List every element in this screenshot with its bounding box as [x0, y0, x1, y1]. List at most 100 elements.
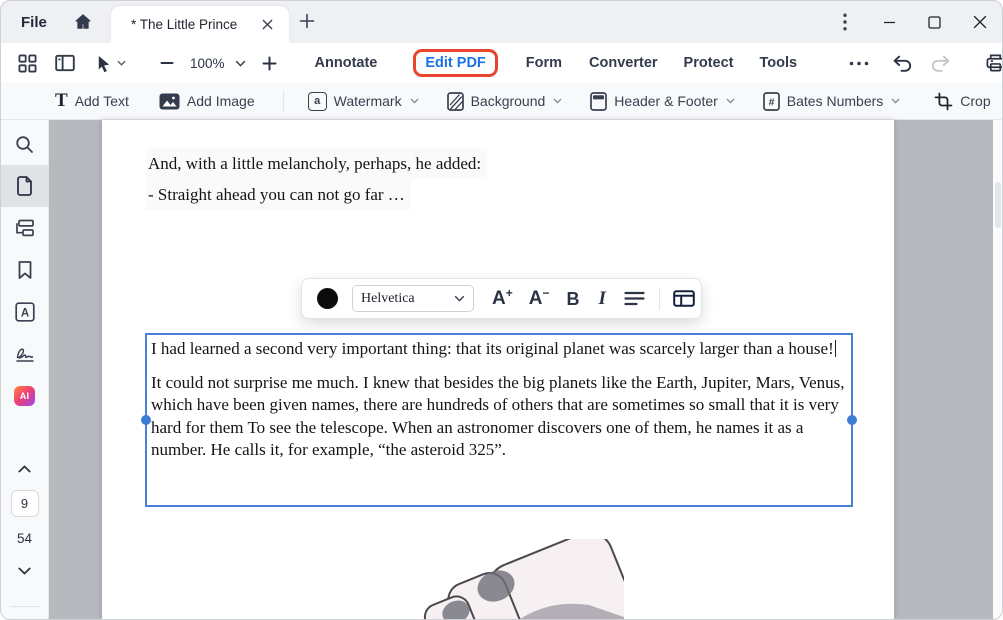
text-cursor — [835, 340, 837, 357]
tab-edit-pdf[interactable]: Edit PDF — [425, 55, 485, 71]
crop-button[interactable]: Crop — [934, 92, 990, 111]
zoom-in-button[interactable] — [262, 56, 277, 71]
edit-pdf-annotation-highlight: Edit PDF — [413, 49, 497, 77]
zoom-out-button[interactable] — [160, 56, 174, 70]
minimize-icon — [883, 16, 896, 29]
workspace: A AI + 54 — [1, 120, 1002, 619]
divider — [10, 606, 40, 607]
print-button[interactable] — [985, 53, 1003, 73]
more-tools-button[interactable] — [849, 61, 869, 66]
tab-form[interactable]: Form — [526, 55, 562, 71]
chevron-up-icon — [18, 465, 31, 473]
tab-converter[interactable]: Converter — [589, 55, 658, 71]
sidebar-item-page-thumbnails[interactable] — [1, 165, 49, 207]
italic-button[interactable]: I — [599, 288, 606, 310]
divider — [659, 288, 660, 310]
previous-page-button[interactable] — [1, 448, 49, 490]
select-tool-button[interactable] — [95, 54, 126, 73]
maximize-button[interactable] — [912, 1, 957, 43]
tab-title: * The Little Prince — [131, 17, 258, 32]
ellipsis-icon — [849, 61, 869, 66]
window-controls — [822, 1, 1002, 43]
cursor-icon — [95, 54, 112, 73]
tab-annotate[interactable]: Annotate — [315, 55, 378, 71]
resize-handle-left[interactable] — [141, 415, 151, 425]
add-text-button[interactable]: T Add Text — [55, 90, 129, 112]
layout-panel-icon — [673, 290, 695, 307]
background-button[interactable]: Background — [447, 92, 563, 111]
tab-tools[interactable]: Tools — [760, 55, 798, 71]
close-window-button[interactable] — [957, 1, 1002, 43]
divider — [283, 90, 284, 112]
outline-tree-icon — [15, 219, 35, 237]
header-footer-button[interactable]: Header & Footer — [590, 92, 735, 111]
tab-close-button[interactable] — [258, 15, 277, 34]
resize-handle-right[interactable] — [847, 415, 857, 425]
close-icon — [261, 18, 274, 31]
font-color-picker[interactable] — [317, 288, 338, 309]
sidebar-item-signature[interactable] — [1, 333, 49, 375]
redo-icon — [930, 55, 951, 72]
chevron-down-icon — [117, 60, 126, 66]
chevron-down-icon — [454, 295, 465, 302]
new-tab-button[interactable] — [298, 12, 316, 30]
sidebar-item-bookmarks[interactable] — [1, 249, 49, 291]
home-button[interactable] — [73, 12, 93, 32]
redo-button[interactable] — [930, 55, 951, 72]
ai-icon: AI + — [14, 386, 35, 406]
add-image-button[interactable]: Add Image — [159, 93, 255, 110]
close-icon — [973, 15, 987, 29]
watermark-button[interactable]: a Watermark — [308, 92, 419, 111]
chevron-down-icon — [18, 567, 31, 575]
sidebar-item-outline[interactable] — [1, 207, 49, 249]
plus-icon — [262, 56, 277, 71]
page-text-block[interactable]: And, with a little melancholy, perhaps, … — [146, 148, 487, 210]
file-menu-button[interactable]: File — [21, 14, 47, 31]
sidebar-item-annotations[interactable]: A — [1, 291, 49, 333]
grid-view-button[interactable] — [18, 54, 37, 73]
left-sidebar: A AI + 54 — [1, 120, 49, 619]
scrollbar-thumb[interactable] — [995, 182, 1001, 228]
svg-text:#: # — [768, 96, 774, 108]
bookmark-icon — [17, 260, 33, 280]
undo-button[interactable] — [892, 55, 913, 72]
side-panel-toggle-button[interactable] — [55, 54, 75, 72]
telescope-illustration — [379, 539, 624, 620]
svg-text:A: A — [20, 307, 28, 319]
text-tool-icon: T — [55, 90, 68, 112]
tab-protect[interactable]: Protect — [684, 55, 734, 71]
minimize-button[interactable] — [867, 1, 912, 43]
app-window: File * The Little Prince — [0, 0, 1003, 620]
increase-font-size-button[interactable]: A+ — [492, 288, 513, 310]
title-bar: File * The Little Prince — [1, 1, 1002, 43]
text-line: - Straight ahead you can not go far … — [146, 179, 411, 210]
alignment-button[interactable] — [624, 291, 645, 306]
align-left-icon — [624, 291, 645, 306]
zoom-dropdown-button[interactable] — [235, 60, 246, 67]
text-format-toolbar: Helvetica A+ A− B I — [301, 278, 702, 319]
decrease-font-size-button[interactable]: A− — [529, 288, 550, 310]
letter-a-square-icon: A — [15, 302, 35, 322]
bold-button[interactable]: B — [567, 288, 580, 310]
chevron-down-icon — [553, 98, 562, 104]
font-family-select[interactable]: Helvetica — [352, 285, 474, 312]
bates-numbers-icon: # — [763, 92, 780, 111]
vertical-scrollbar[interactable] — [993, 120, 1002, 619]
current-page-input[interactable] — [11, 490, 39, 517]
sidebar-item-ai-assistant[interactable]: AI + — [1, 375, 49, 417]
bates-numbers-button[interactable]: # Bates Numbers — [763, 92, 900, 111]
chevron-down-icon — [410, 98, 419, 104]
maximize-icon — [928, 16, 941, 29]
selected-text-box[interactable]: I had learned a second very important th… — [145, 333, 853, 507]
search-icon — [15, 135, 34, 154]
chevron-down-icon — [891, 98, 900, 104]
zoom-level-value: 100% — [190, 56, 225, 71]
font-family-value: Helvetica — [361, 291, 454, 307]
minus-icon — [160, 56, 174, 70]
app-menu-button[interactable] — [822, 1, 867, 43]
properties-panel-button[interactable] — [673, 290, 695, 307]
document-tab[interactable]: * The Little Prince — [111, 6, 289, 43]
sidebar-item-search[interactable] — [1, 123, 49, 165]
next-page-button[interactable] — [1, 550, 49, 592]
signature-icon — [14, 345, 36, 363]
